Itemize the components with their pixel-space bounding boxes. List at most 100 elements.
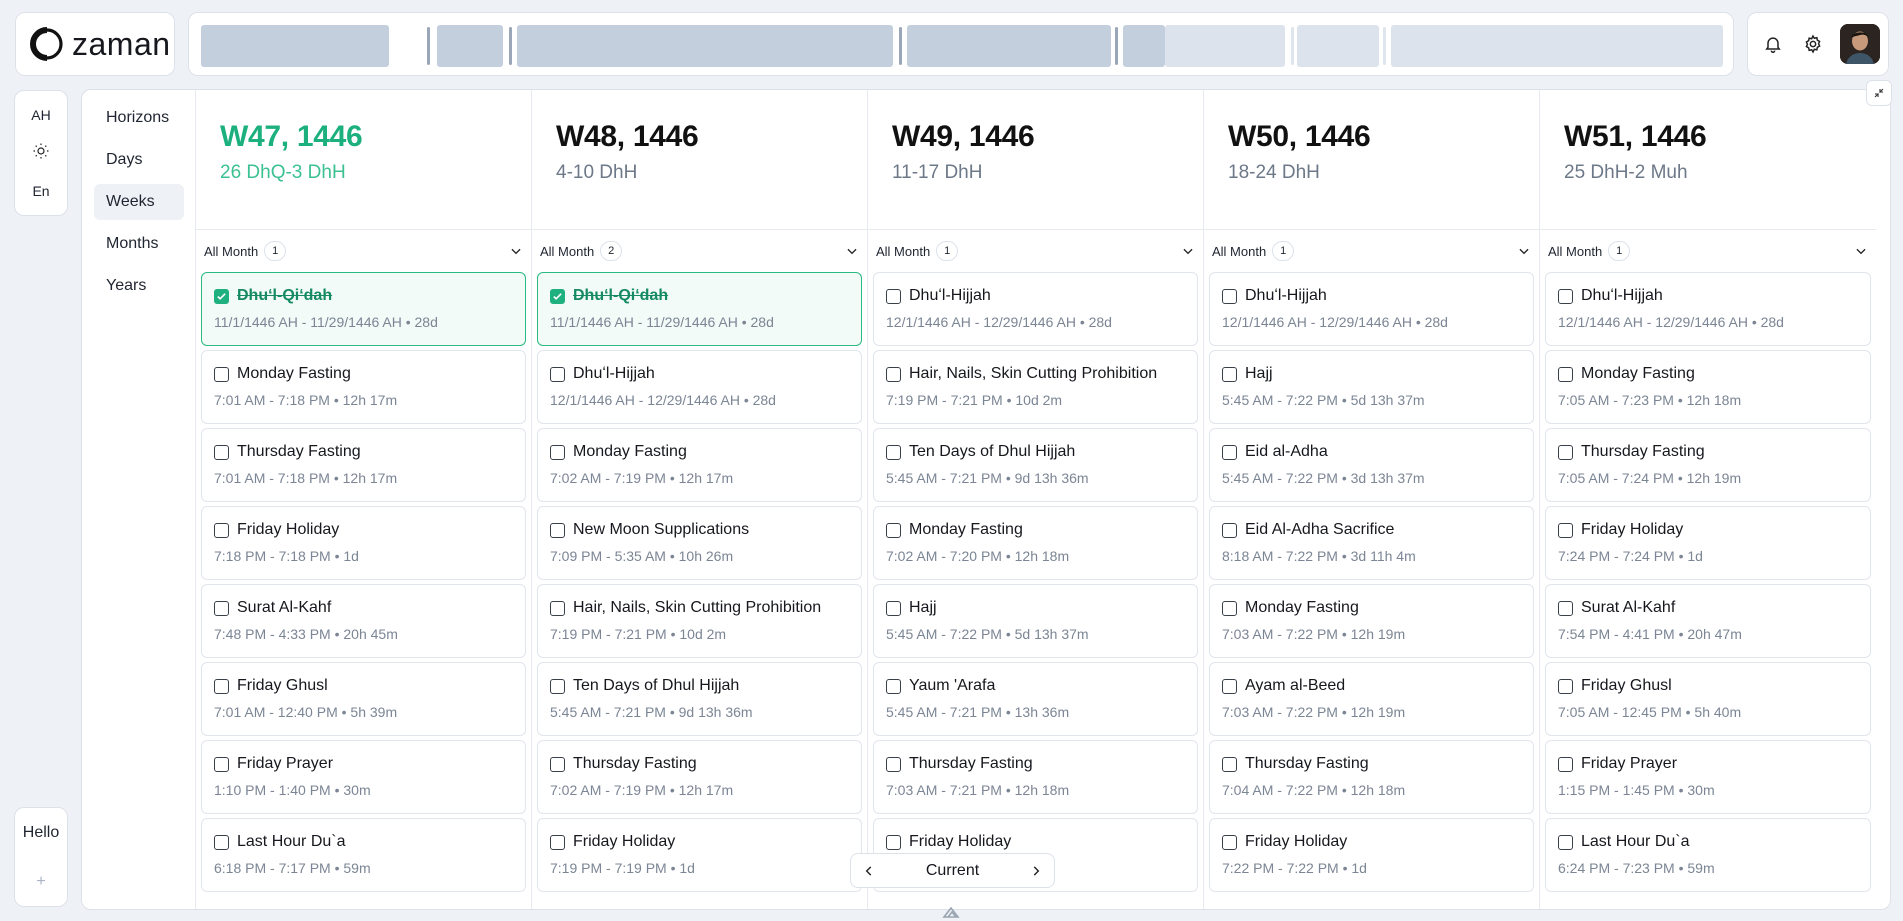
month-filter[interactable]: All Month 1 xyxy=(1204,230,1539,272)
event-checkbox[interactable] xyxy=(1222,366,1237,382)
event-card[interactable]: Hair, Nails, Skin Cutting Prohibition 7:1… xyxy=(537,584,862,658)
event-checkbox[interactable] xyxy=(550,366,565,382)
event-checkbox[interactable] xyxy=(1222,444,1237,460)
event-card[interactable]: Monday Fasting 7:01 AM - 7:18 PM • 12h 17… xyxy=(201,350,526,424)
event-card[interactable]: Monday Fasting 7:03 AM - 7:22 PM • 12h 19… xyxy=(1209,584,1534,658)
event-card[interactable]: Eid al-Adha 5:45 AM - 7:22 PM • 3d 13h 37… xyxy=(1209,428,1534,502)
sun-icon[interactable] xyxy=(32,142,50,163)
event-card[interactable]: Hair, Nails, Skin Cutting Prohibition 7:1… xyxy=(873,350,1198,424)
event-card[interactable]: Ten Days of Dhul Hijjah 5:45 AM - 7:21 PM… xyxy=(873,428,1198,502)
event-card[interactable]: Dhuʻl-Hijjah 12/1/1446 AH - 12/29/1446 AH… xyxy=(1209,272,1534,346)
event-card[interactable]: Thursday Fasting 7:02 AM - 7:19 PM • 12h … xyxy=(537,740,862,814)
event-card[interactable]: Surat Al-Kahf 7:48 PM - 4:33 PM • 20h 45m xyxy=(201,584,526,658)
event-checkbox[interactable] xyxy=(550,288,565,304)
plus-icon[interactable]: + xyxy=(36,873,45,891)
event-checkbox[interactable] xyxy=(214,522,229,538)
event-checkbox[interactable] xyxy=(214,600,229,616)
event-card[interactable]: Thursday Fasting 7:04 AM - 7:22 PM • 12h … xyxy=(1209,740,1534,814)
nav-item-horizons[interactable]: Horizons xyxy=(94,100,184,136)
event-checkbox[interactable] xyxy=(214,444,229,460)
event-card[interactable]: Hajj 5:45 AM - 7:22 PM • 5d 13h 37m xyxy=(1209,350,1534,424)
current-button[interactable]: Current xyxy=(926,862,979,880)
event-checkbox[interactable] xyxy=(1558,834,1573,850)
event-card[interactable]: Friday Ghusl 7:05 AM - 12:45 PM • 5h 40m xyxy=(1545,662,1871,736)
timeline-bar[interactable] xyxy=(188,12,1734,76)
nav-item-weeks[interactable]: Weeks xyxy=(94,184,184,220)
collapse-icon[interactable] xyxy=(1866,80,1892,106)
month-filter[interactable]: All Month 1 xyxy=(1540,230,1876,272)
avatar[interactable] xyxy=(1840,24,1880,64)
chevron-down-icon[interactable] xyxy=(845,244,859,258)
event-card[interactable]: New Moon Supplications 7:09 PM - 5:35 AM … xyxy=(537,506,862,580)
month-filter[interactable]: All Month 2 xyxy=(532,230,867,272)
nav-item-days[interactable]: Days xyxy=(94,142,184,178)
event-card[interactable]: Hajj 5:45 AM - 7:22 PM • 5d 13h 37m xyxy=(873,584,1198,658)
event-card[interactable]: Dhuʻl-Qiʻdah 11/1/1446 AH - 11/29/1446 AH… xyxy=(537,272,862,346)
event-checkbox[interactable] xyxy=(886,366,901,382)
event-checkbox[interactable] xyxy=(550,444,565,460)
week-header[interactable]: W48, 1446 4-10 DhH xyxy=(532,90,867,230)
chevron-down-icon[interactable] xyxy=(1517,244,1531,258)
event-card[interactable]: Dhuʻl-Hijjah 12/1/1446 AH - 12/29/1446 AH… xyxy=(537,350,862,424)
event-checkbox[interactable] xyxy=(1222,288,1237,304)
event-checkbox[interactable] xyxy=(886,522,901,538)
event-checkbox[interactable] xyxy=(1558,678,1573,694)
event-checkbox[interactable] xyxy=(886,678,901,694)
event-card[interactable]: Dhuʻl-Hijjah 12/1/1446 AH - 12/29/1446 AH… xyxy=(873,272,1198,346)
prev-week-button[interactable] xyxy=(855,857,883,885)
chevron-down-icon[interactable] xyxy=(1181,244,1195,258)
timeline-segment[interactable] xyxy=(201,25,389,67)
event-checkbox[interactable] xyxy=(886,834,901,850)
event-checkbox[interactable] xyxy=(1558,444,1573,460)
profile-item[interactable]: Hello xyxy=(23,824,59,842)
event-checkbox[interactable] xyxy=(1222,756,1237,772)
week-header[interactable]: W51, 1446 25 DhH-2 Muh xyxy=(1540,90,1876,230)
event-card[interactable]: Thursday Fasting 7:05 AM - 7:24 PM • 12h … xyxy=(1545,428,1871,502)
event-checkbox[interactable] xyxy=(1558,600,1573,616)
event-card[interactable]: Surat Al-Kahf 7:54 PM - 4:41 PM • 20h 47m xyxy=(1545,584,1871,658)
event-checkbox[interactable] xyxy=(1558,366,1573,382)
event-card[interactable]: Dhuʻl-Hijjah 12/1/1446 AH - 12/29/1446 AH… xyxy=(1545,272,1871,346)
event-checkbox[interactable] xyxy=(1558,288,1573,304)
event-checkbox[interactable] xyxy=(214,834,229,850)
event-checkbox[interactable] xyxy=(1222,600,1237,616)
event-card[interactable]: Friday Prayer 1:10 PM - 1:40 PM • 30m xyxy=(201,740,526,814)
event-checkbox[interactable] xyxy=(214,678,229,694)
event-checkbox[interactable] xyxy=(1222,834,1237,850)
next-week-button[interactable] xyxy=(1022,857,1050,885)
event-checkbox[interactable] xyxy=(1222,678,1237,694)
event-checkbox[interactable] xyxy=(1558,756,1573,772)
event-checkbox[interactable] xyxy=(550,522,565,538)
event-checkbox[interactable] xyxy=(886,756,901,772)
timeline-segment[interactable] xyxy=(1165,25,1285,67)
month-filter[interactable]: All Month 1 xyxy=(196,230,531,272)
event-checkbox[interactable] xyxy=(886,444,901,460)
event-card[interactable]: Friday Prayer 1:15 PM - 1:45 PM • 30m xyxy=(1545,740,1871,814)
timeline-segment[interactable] xyxy=(517,25,893,67)
event-card[interactable]: Friday Holiday 7:24 PM - 7:24 PM • 1d xyxy=(1545,506,1871,580)
event-card[interactable]: Monday Fasting 7:02 AM - 7:19 PM • 12h 17… xyxy=(537,428,862,502)
event-card[interactable]: Monday Fasting 7:05 AM - 7:23 PM • 12h 18… xyxy=(1545,350,1871,424)
gear-icon[interactable] xyxy=(1800,31,1826,57)
event-card[interactable]: Ten Days of Dhul Hijjah 5:45 AM - 7:21 PM… xyxy=(537,662,862,736)
drag-handle-icon[interactable] xyxy=(942,905,962,921)
event-card[interactable]: Eid Al-Adha Sacrifice 8:18 AM - 7:22 PM •… xyxy=(1209,506,1534,580)
event-checkbox[interactable] xyxy=(1222,522,1237,538)
event-checkbox[interactable] xyxy=(1558,522,1573,538)
event-card[interactable]: Friday Holiday 7:22 PM - 7:22 PM • 1d xyxy=(1209,818,1534,892)
bell-icon[interactable] xyxy=(1760,31,1786,57)
event-checkbox[interactable] xyxy=(550,756,565,772)
event-card[interactable]: Thursday Fasting 7:01 AM - 7:18 PM • 12h … xyxy=(201,428,526,502)
week-header[interactable]: W47, 1446 26 DhQ-3 DhH xyxy=(196,90,531,230)
event-checkbox[interactable] xyxy=(550,678,565,694)
timeline-segment[interactable] xyxy=(1123,25,1165,67)
event-card[interactable]: Friday Holiday 7:19 PM - 7:19 PM • 1d xyxy=(537,818,862,892)
event-card[interactable]: Yaum 'Arafa 5:45 AM - 7:21 PM • 13h 36m xyxy=(873,662,1198,736)
event-checkbox[interactable] xyxy=(550,834,565,850)
week-header[interactable]: W50, 1446 18-24 DhH xyxy=(1204,90,1539,230)
event-card[interactable]: Thursday Fasting 7:03 AM - 7:21 PM • 12h … xyxy=(873,740,1198,814)
event-card[interactable]: Dhuʻl-Qiʻdah 11/1/1446 AH - 11/29/1446 AH… xyxy=(201,272,526,346)
week-header[interactable]: W49, 1446 11-17 DhH xyxy=(868,90,1203,230)
event-checkbox[interactable] xyxy=(214,366,229,382)
event-checkbox[interactable] xyxy=(886,600,901,616)
